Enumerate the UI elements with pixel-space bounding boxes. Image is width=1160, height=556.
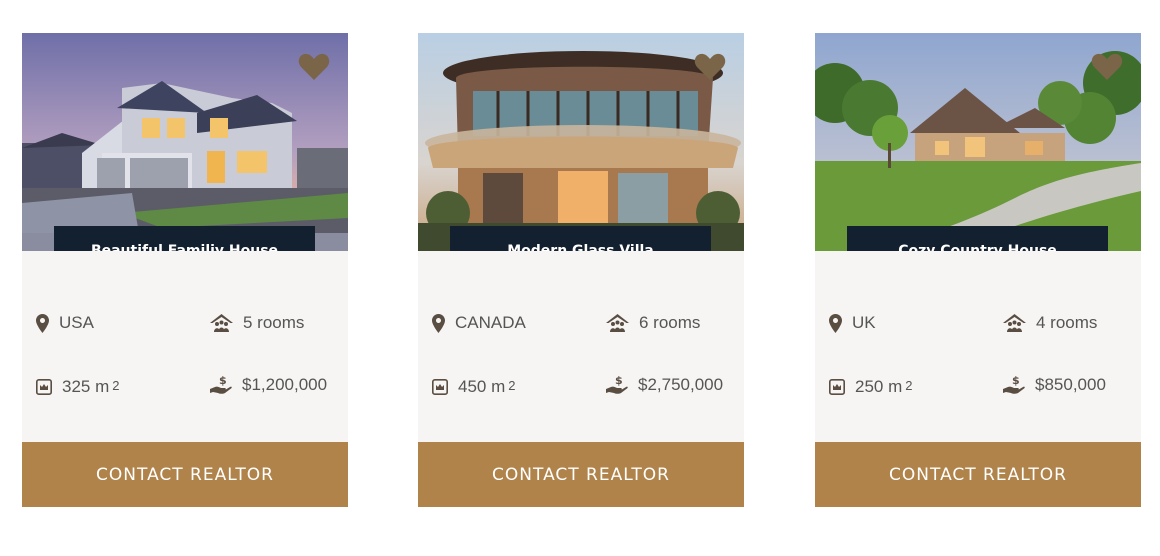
area-text: 325 m (62, 377, 110, 396)
price-text: $1,200,000 (242, 375, 328, 394)
rooms-row: 5 rooms (210, 313, 304, 333)
price-row: $ $1,200,000 (210, 375, 327, 395)
location-text: CANADA (455, 313, 526, 332)
house-people-icon (210, 314, 233, 332)
property-title-box: Modern Glass Villa (450, 226, 711, 251)
contact-realtor-button[interactable]: CONTACT REALTOR (22, 442, 348, 507)
property-title: Cozy Country House (898, 243, 1057, 251)
area-unit-superscript: 2 (905, 377, 913, 393)
map-pin-icon (829, 313, 842, 333)
contact-realtor-button[interactable]: CONTACT REALTOR (418, 442, 744, 507)
area-icon (432, 379, 448, 395)
map-pin-icon (432, 313, 445, 333)
property-card: Modern Glass Villa CANADA 6 rooms 450 m … (418, 33, 744, 507)
property-photo: Modern Glass Villa (418, 33, 744, 251)
area-row: 250 m2 (829, 377, 912, 397)
property-photo: Beautiful Familiy House (22, 33, 348, 251)
rooms-text: 5 rooms (243, 313, 305, 332)
area-icon (829, 379, 845, 395)
hand-dollar-icon: $ (606, 375, 628, 395)
property-cards: Beautiful Familiy House USA 5 rooms 325 … (0, 0, 1160, 556)
heart-icon[interactable] (694, 53, 726, 81)
location-row: CANADA (432, 313, 526, 333)
heart-icon[interactable] (1091, 53, 1123, 81)
property-photo: Cozy Country House (815, 33, 1141, 251)
contact-realtor-button[interactable]: CONTACT REALTOR (815, 442, 1141, 507)
area-text: 250 m (855, 377, 903, 396)
location-text: USA (59, 313, 94, 332)
area-unit-superscript: 2 (508, 377, 516, 393)
property-card: Cozy Country House UK 4 rooms 250 m2 $ $… (815, 33, 1141, 507)
area-row: 450 m2 (432, 377, 515, 397)
house-people-icon (1003, 314, 1026, 332)
hand-dollar-icon: $ (1003, 375, 1025, 395)
house-people-icon (606, 314, 629, 332)
property-title-box: Cozy Country House (847, 226, 1108, 251)
price-row: $ $850,000 (1003, 375, 1106, 395)
property-title-box: Beautiful Familiy House (54, 226, 315, 251)
svg-text:$: $ (615, 375, 623, 387)
area-icon (36, 379, 52, 395)
area-text: 450 m (458, 377, 506, 396)
location-text: UK (852, 313, 876, 332)
rooms-text: 4 rooms (1036, 313, 1098, 332)
heart-icon[interactable] (298, 53, 330, 81)
location-row: USA (36, 313, 94, 333)
rooms-text: 6 rooms (639, 313, 701, 332)
location-row: UK (829, 313, 876, 333)
hand-dollar-icon: $ (210, 375, 232, 395)
svg-text:$: $ (1012, 375, 1020, 387)
price-text: $850,000 (1035, 375, 1106, 394)
rooms-row: 6 rooms (606, 313, 700, 333)
rooms-row: 4 rooms (1003, 313, 1097, 333)
area-row: 325 m2 (36, 377, 119, 397)
svg-text:$: $ (219, 375, 227, 387)
map-pin-icon (36, 313, 49, 333)
property-title: Modern Glass Villa (507, 243, 654, 251)
price-text: $2,750,000 (638, 375, 724, 394)
property-title: Beautiful Familiy House (90, 243, 279, 251)
property-card: Beautiful Familiy House USA 5 rooms 325 … (22, 33, 348, 507)
price-row: $ $2,750,000 (606, 375, 723, 395)
area-unit-superscript: 2 (112, 377, 120, 393)
